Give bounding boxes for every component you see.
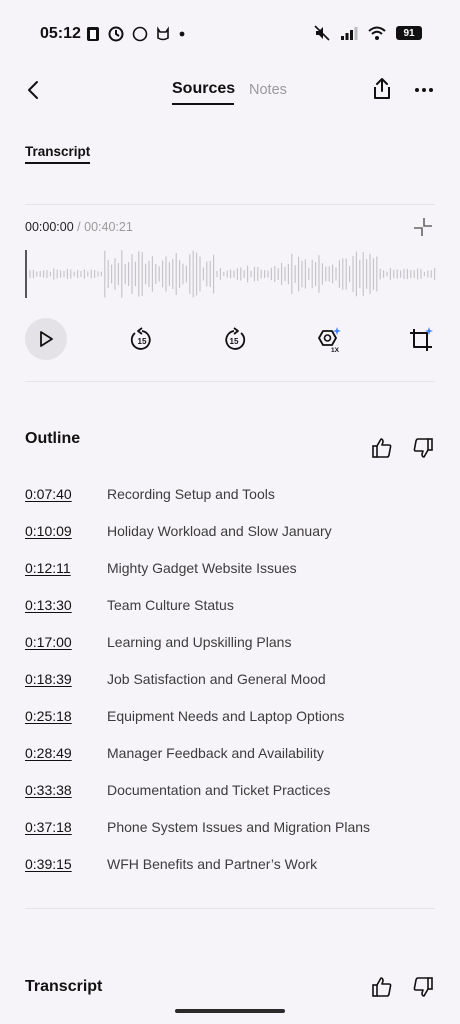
collapse-icon[interactable] [412,216,434,238]
status-system-icons: 91 [314,25,422,41]
active-tab-indicator [172,103,234,105]
outline-timestamp-link[interactable]: 0:37:18 [25,819,107,835]
outline-timestamp-link[interactable]: 0:13:30 [25,597,107,613]
outline-item-title: Team Culture Status [107,597,234,613]
outline-timestamp-link[interactable]: 0:39:15 [25,856,107,872]
outline-timestamp-link[interactable]: 0:12:11 [25,560,107,576]
wifi-icon [368,26,386,40]
outline-timestamp-link[interactable]: 0:33:38 [25,782,107,798]
outline-item-title: Documentation and Ticket Practices [107,782,331,798]
transcript-section-title: Transcript [25,978,103,995]
thumbs-down-icon[interactable] [412,437,434,459]
notification-app-icon [87,27,99,41]
mute-icon [314,25,330,41]
forward-15-button[interactable]: 15 [221,327,247,353]
outline-item-title: Mighty Gadget Website Issues [107,560,297,576]
outline-title: Outline [25,430,81,447]
outline-item-title: Manager Feedback and Availability [107,745,324,761]
thumbs-down-icon[interactable] [412,976,434,998]
divider [25,204,435,205]
outline-item[interactable]: 0:33:38 Documentation and Ticket Practice… [25,782,435,819]
outline-timestamp-link[interactable]: 0:25:18 [25,708,107,724]
outline-item-title: Recording Setup and Tools [107,486,275,502]
play-icon [40,331,53,347]
circle-status-icon [132,26,148,42]
outline-item[interactable]: 0:28:49 Manager Feedback and Availability [25,745,435,782]
outline-item[interactable]: 0:18:39 Job Satisfaction and General Mood [25,671,435,708]
tab-notes[interactable]: Notes [249,82,287,98]
cat-status-icon [157,26,169,41]
outline-item[interactable]: 0:12:11 Mighty Gadget Website Issues [25,560,435,597]
audio-waveform[interactable] [25,248,437,300]
tab-sources[interactable]: Sources [172,80,235,98]
outline-list: 0:07:40 Recording Setup and Tools 0:10:09 H… [25,486,435,893]
transcript-tab-indicator [25,162,90,164]
battery-indicator: 91 [396,26,422,40]
status-notification-icons [86,26,186,42]
outline-item[interactable]: 0:13:30 Team Culture Status [25,597,435,634]
back-arrow-icon[interactable] [22,78,46,102]
outline-timestamp-link[interactable]: 0:18:39 [25,671,107,687]
outline-item-title: Equipment Needs and Laptop Options [107,708,345,724]
time-separator: / [77,220,81,234]
thumbs-up-icon[interactable] [371,976,393,998]
outline-timestamp-link[interactable]: 0:28:49 [25,745,107,761]
divider [25,381,435,382]
outline-item-title: Phone System Issues and Migration Plans [107,819,371,835]
timer-icon [108,26,124,42]
outline-timestamp-link[interactable]: 0:10:09 [25,523,107,539]
outline-item-title: Job Satisfaction and General Mood [107,671,326,687]
play-button[interactable] [25,318,67,360]
speed-label: 1X [331,347,340,353]
outline-timestamp-link[interactable]: 0:17:00 [25,634,107,650]
top-nav: Sources Notes [0,70,460,114]
outline-item-title: Holiday Workload and Slow January [107,523,332,539]
divider [25,908,435,909]
outline-timestamp-link[interactable]: 0:07:40 [25,486,107,502]
outline-item-title: WFH Benefits and Partner’s Work [107,856,318,872]
outline-item[interactable]: 0:10:09 Holiday Workload and Slow January [25,523,435,560]
share-icon[interactable] [370,76,394,102]
outline-item[interactable]: 0:37:18 Phone System Issues and Migration… [25,819,435,856]
crop-clip-button[interactable] [408,327,434,353]
outline-item[interactable]: 0:25:18 Equipment Needs and Laptop Option… [25,708,435,745]
outline-item[interactable]: 0:07:40 Recording Setup and Tools [25,486,435,523]
status-time: 05:12 [40,25,81,42]
tab-transcript[interactable]: Transcript [25,144,90,159]
dot-icon [179,31,185,37]
home-indicator[interactable] [175,1009,285,1013]
rewind-label: 15 [138,337,147,346]
signal-icon [341,27,358,40]
speed-button[interactable]: 1X [315,325,343,353]
more-options-icon[interactable] [412,78,436,102]
outline-item-title: Learning and Upskilling Plans [107,634,292,650]
forward-label: 15 [230,337,239,346]
time-readout: 00:00:00 / 00:40:21 [25,220,133,234]
outline-item[interactable]: 0:17:00 Learning and Upskilling Plans [25,634,435,671]
current-time: 00:00:00 [25,220,74,234]
thumbs-up-icon[interactable] [371,437,393,459]
rewind-15-button[interactable]: 15 [129,327,155,353]
outline-item[interactable]: 0:39:15 WFH Benefits and Partner’s Work [25,856,435,893]
status-bar: 05:12 91 [0,0,460,70]
player-controls: 15 15 1X [0,318,460,362]
total-time: 00:40:21 [84,220,133,234]
